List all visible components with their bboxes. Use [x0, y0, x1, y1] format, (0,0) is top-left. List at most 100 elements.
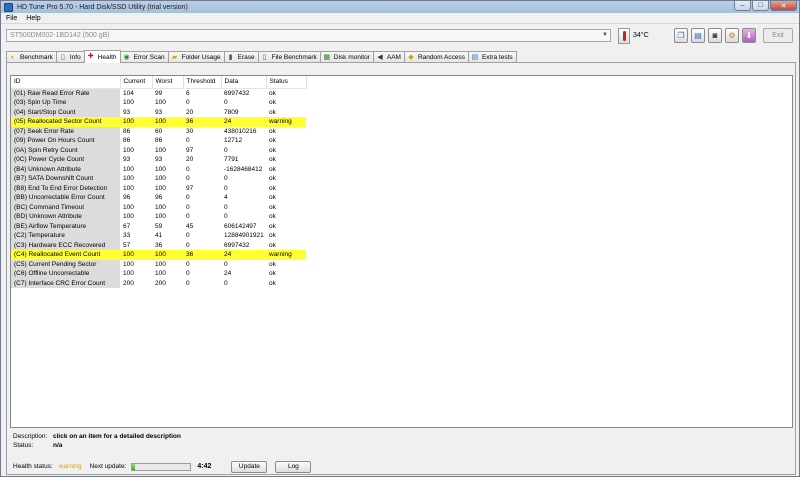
- tab-label: Folder Usage: [181, 54, 221, 61]
- download-button[interactable]: ⬇: [742, 28, 756, 43]
- attr-worst: 100: [155, 175, 166, 182]
- attr-status: ok: [269, 89, 276, 97]
- next-update-timer: 4:42: [197, 463, 212, 470]
- attr-current: 93: [123, 108, 131, 116]
- attr-worst: 93: [155, 108, 163, 116]
- column-header-data[interactable]: Data: [221, 76, 267, 89]
- attr-data: 0: [224, 99, 228, 106]
- attr-status: ok: [269, 270, 276, 277]
- tab-label: Error Scan: [133, 54, 165, 61]
- menu-help[interactable]: Help: [26, 15, 40, 22]
- attr-threshold: 0: [186, 232, 190, 239]
- paste-button[interactable]: ▤: [691, 28, 705, 43]
- exit-button[interactable]: Exit: [763, 28, 793, 43]
- attr-id: (BE) Airflow Temperature: [11, 221, 120, 231]
- table-row[interactable]: (C2) Temperature 33 41 0 12884901921 ok: [11, 231, 306, 241]
- attr-worst: 100: [155, 184, 166, 192]
- attr-current: 86: [123, 137, 131, 144]
- table-row[interactable]: (B4) Unknown Attribute 100 100 0 -1628468412…: [11, 164, 306, 174]
- attr-worst: 100: [152, 117, 183, 127]
- table-row[interactable]: (B8) End To End Error Detection 100 100 97 0…: [11, 183, 306, 193]
- column-header-threshold[interactable]: Threshold: [183, 76, 222, 89]
- table-row[interactable]: (B7) SATA Downshift Count 100 100 0 0 ok: [11, 174, 306, 184]
- table-row[interactable]: (C6) Offline Uncorrectable 100 100 0 24 ok: [11, 269, 306, 279]
- tab-label: Extra tests: [481, 54, 513, 61]
- table-row[interactable]: (BC) Command Timeout 100 100 0 0 ok: [11, 202, 306, 212]
- temperature-value: 34°C: [633, 32, 649, 39]
- menu-file[interactable]: File: [6, 15, 17, 22]
- table-row[interactable]: (01) Raw Read Error Rate 104 99 6 6997432 ok: [11, 88, 306, 98]
- attr-threshold: 0: [186, 99, 190, 106]
- tab-label: Info: [69, 54, 81, 61]
- attr-current: 67: [123, 222, 131, 230]
- attr-current: 33: [123, 232, 131, 239]
- table-row[interactable]: (04) Start/Stop Count 93 93 20 7809 ok: [11, 107, 306, 117]
- attr-status: ok: [269, 213, 276, 220]
- options-button[interactable]: ⚙: [725, 28, 739, 43]
- table-row[interactable]: (C5) Current Pending Sector 100 100 0 0 ok: [11, 259, 306, 269]
- maximize-button[interactable]: □: [752, 1, 769, 11]
- table-row[interactable]: (09) Power On Hours Count 86 86 0 12712 ok: [11, 136, 306, 146]
- table-row[interactable]: (C7) Interface CRC Error Count 200 200 0 0 ok: [11, 278, 306, 288]
- table-row[interactable]: (C4) Reallocated Event Count 100 100 36 24 wa…: [11, 250, 306, 260]
- window-controls: – □ ✕: [734, 1, 797, 11]
- options-icon: ⚙: [728, 31, 736, 40]
- attr-id: (0A) Spin Retry Count: [11, 145, 120, 155]
- attr-threshold: 0: [186, 260, 190, 268]
- tab-health[interactable]: ✚ Health: [83, 50, 121, 63]
- attr-status: ok: [269, 127, 276, 135]
- table-row[interactable]: (BE) Airflow Temperature 67 59 45 606142497 o…: [11, 221, 306, 231]
- camera-icon: ◙: [712, 31, 718, 40]
- table-row[interactable]: (0C) Power Cycle Count 93 93 20 7791 ok: [11, 155, 306, 165]
- attr-data: 0: [224, 146, 228, 154]
- title-bar[interactable]: HD Tune Pro 5.70 - Hard Disk/SSD Utility…: [1, 1, 799, 13]
- attr-current: 200: [123, 279, 134, 287]
- smart-attribute-list[interactable]: ID Current Worst Threshold Data Status (…: [10, 75, 793, 428]
- attr-id: (BD) Unknown Attribute: [11, 212, 120, 222]
- table-row[interactable]: (C3) Hardware ECC Recovered 57 36 0 6997432 o…: [11, 240, 306, 250]
- table-row[interactable]: (07) Seek Error Rate 86 60 30 438010216 ok: [11, 126, 306, 136]
- erase-icon: ▮: [228, 53, 233, 61]
- attr-worst: 100: [152, 250, 183, 260]
- error-scan-icon: ◉: [123, 53, 130, 61]
- attr-id: (C4) Reallocated Event Count: [11, 250, 120, 260]
- status-label: Status:: [13, 442, 34, 449]
- attr-threshold: 0: [186, 194, 190, 201]
- attr-data: 0: [224, 175, 228, 182]
- minimize-button[interactable]: –: [734, 1, 751, 11]
- attr-current: 100: [123, 270, 134, 277]
- attr-worst: 99: [155, 89, 163, 97]
- column-header-current[interactable]: Current: [120, 76, 153, 89]
- update-button[interactable]: Update: [231, 460, 268, 473]
- table-row[interactable]: (BD) Unknown Attribute 100 100 0 0 ok: [11, 212, 306, 222]
- column-header-status[interactable]: Status: [266, 76, 307, 89]
- screenshot-button[interactable]: ◙: [708, 28, 722, 43]
- attr-worst: 100: [155, 213, 166, 220]
- attr-id: (C2) Temperature: [11, 231, 120, 241]
- tab-label: File Benchmark: [271, 54, 317, 61]
- table-row[interactable]: (03) Spin Up Time 100 100 0 0 ok: [11, 98, 306, 108]
- column-header-id[interactable]: ID: [11, 76, 121, 89]
- attr-current: 100: [120, 250, 152, 260]
- attr-id: (B7) SATA Downshift Count: [11, 174, 120, 184]
- tab-label: AAM: [386, 54, 401, 61]
- attr-data: 0: [224, 260, 228, 268]
- column-header-worst[interactable]: Worst: [152, 76, 184, 89]
- close-button[interactable]: ✕: [770, 1, 797, 11]
- table-row[interactable]: (0A) Spin Retry Count 100 100 97 0 ok: [11, 145, 306, 155]
- drive-select[interactable]: ST500DM002-1BD142 (500 gB) ▼: [6, 29, 611, 42]
- log-button[interactable]: Log: [275, 460, 312, 473]
- table-row[interactable]: (BB) Uncorrectable Error Count 96 96 0 4 ok: [11, 193, 306, 203]
- attr-id: (C5) Current Pending Sector: [11, 259, 120, 269]
- attr-status: ok: [269, 241, 276, 249]
- attr-current: 100: [123, 165, 134, 173]
- menu-bar: File Help: [1, 13, 799, 24]
- next-update-progress: [131, 462, 192, 471]
- aam-icon: ◀: [377, 53, 383, 61]
- copy-button[interactable]: ❐: [674, 28, 688, 43]
- attr-data: 24: [221, 117, 266, 127]
- attr-worst: 100: [155, 99, 166, 106]
- attr-data: 0: [224, 184, 228, 192]
- table-row[interactable]: (05) Reallocated Sector Count 100 100 36 24 w…: [11, 117, 306, 127]
- table-body: (01) Raw Read Error Rate 104 99 6 6997432 ok (…: [11, 88, 306, 288]
